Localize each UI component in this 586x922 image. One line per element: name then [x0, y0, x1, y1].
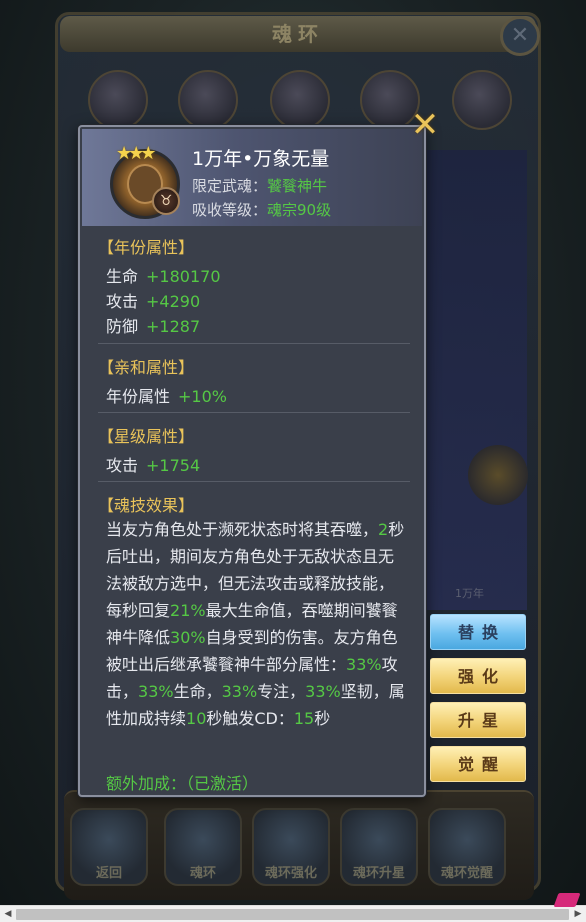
- attr-row: 防御 +1287: [106, 313, 200, 337]
- attr-name: 攻击: [106, 292, 139, 311]
- section-divider: [98, 343, 410, 344]
- affinity-attr-title: 【亲和属性】: [98, 358, 195, 377]
- section-divider: [98, 412, 410, 413]
- awaken-button[interactable]: 觉醒: [430, 746, 526, 782]
- attr-value: +10%: [178, 387, 227, 406]
- skill-text-segment: 秒: [314, 709, 331, 728]
- attr-name: 防御: [106, 317, 139, 336]
- skill-number: 21%: [170, 601, 206, 620]
- ring-preview-icon: [468, 445, 528, 505]
- ring-name: 1万年•万象无量: [192, 148, 330, 170]
- star-up-button[interactable]: 升星: [430, 702, 526, 738]
- skill-text-segment: 秒触发CD：: [206, 709, 294, 728]
- attr-value: +1287: [146, 317, 201, 336]
- nav-enhance-label: 魂环强化: [264, 866, 317, 881]
- star-rating-icon: ★★★: [116, 143, 156, 164]
- limit-spirit-label: 限定武魂：: [192, 177, 268, 195]
- ring-preview-panel: [425, 150, 527, 610]
- attr-row: 年份属性 +10%: [106, 383, 227, 407]
- skill-text-segment: 专注，: [257, 682, 306, 701]
- horizontal-scrollbar[interactable]: ◀ ▶: [0, 905, 586, 922]
- skill-number: 33%: [138, 682, 174, 701]
- ring-preview-label: 1万年: [455, 587, 484, 600]
- absorb-level-label: 吸收等级：: [192, 201, 268, 219]
- extra-bonus-status: 额外加成：（已激活）: [106, 774, 259, 793]
- window-title: 魂环: [60, 16, 536, 52]
- ring-detail-popup: ★★★ ♉ 1万年•万象无量 限定武魂：饕餮神牛 吸收等级：魂宗90级 【年份属…: [78, 125, 426, 797]
- absorb-level-line: 吸收等级：魂宗90级: [192, 199, 331, 220]
- ring-header: ★★★ ♉ 1万年•万象无量 限定武魂：饕餮神牛 吸收等级：魂宗90级: [82, 129, 422, 226]
- ring-slot-3[interactable]: [270, 70, 330, 130]
- beast-emblem-icon: ♉: [152, 187, 180, 215]
- nav-soul-ring-label: 魂环: [189, 866, 216, 881]
- attr-value: +1754: [146, 456, 201, 475]
- attr-row: 生命 +180170: [106, 263, 221, 287]
- nav-star-up-label: 魂环升星: [352, 866, 405, 881]
- skill-text-segment: 当友方角色处于濒死状态时将其吞噬，: [106, 520, 379, 539]
- back-button-label: 返回: [95, 866, 122, 881]
- skill-number: 33%: [346, 655, 382, 674]
- attr-row: 攻击 +4290: [106, 288, 200, 312]
- attr-name: 年份属性: [106, 387, 171, 406]
- skill-number: 15: [293, 709, 315, 728]
- window-close-icon[interactable]: ✕: [500, 16, 540, 56]
- skill-number: 30%: [170, 628, 206, 647]
- skill-effect-title: 【魂技效果】: [98, 496, 195, 515]
- ring-slot-5[interactable]: [452, 70, 512, 130]
- limit-spirit-line: 限定武魂：饕餮神牛: [192, 175, 327, 196]
- attr-row: 攻击 +1754: [106, 452, 200, 476]
- scroll-right-icon[interactable]: ▶: [570, 906, 586, 922]
- attr-name: 攻击: [106, 456, 139, 475]
- skill-number: 10: [186, 709, 207, 728]
- skill-text-segment: 生命，: [173, 682, 222, 701]
- skill-number: 2: [378, 520, 389, 539]
- attr-value: +180170: [146, 267, 221, 286]
- skill-number: 33%: [305, 682, 341, 701]
- star-attr-title: 【星级属性】: [98, 427, 195, 446]
- scroll-left-icon[interactable]: ◀: [0, 906, 16, 922]
- ring-slot-2[interactable]: [178, 70, 238, 130]
- skill-effect-text: 当友方角色处于濒死状态时将其吞噬，2秒后吐出，期间友方角色处于无敌状态且无法被敌…: [106, 516, 406, 732]
- nav-awaken-label: 魂环觉醒: [440, 866, 493, 881]
- limit-spirit-value: 饕餮神牛: [267, 177, 328, 195]
- section-divider: [98, 481, 410, 482]
- scrollbar-thumb[interactable]: [16, 909, 569, 920]
- attr-value: +4290: [146, 292, 201, 311]
- absorb-level-value: 魂宗90级: [267, 201, 332, 219]
- ring-slot-1[interactable]: [88, 70, 148, 130]
- attr-name: 生命: [106, 267, 139, 286]
- enhance-button[interactable]: 强化: [430, 658, 526, 694]
- year-attr-title: 【年份属性】: [98, 238, 195, 257]
- close-icon[interactable]: ✕: [408, 108, 442, 142]
- skill-number: 33%: [221, 682, 258, 701]
- replace-button[interactable]: 替换: [430, 614, 526, 650]
